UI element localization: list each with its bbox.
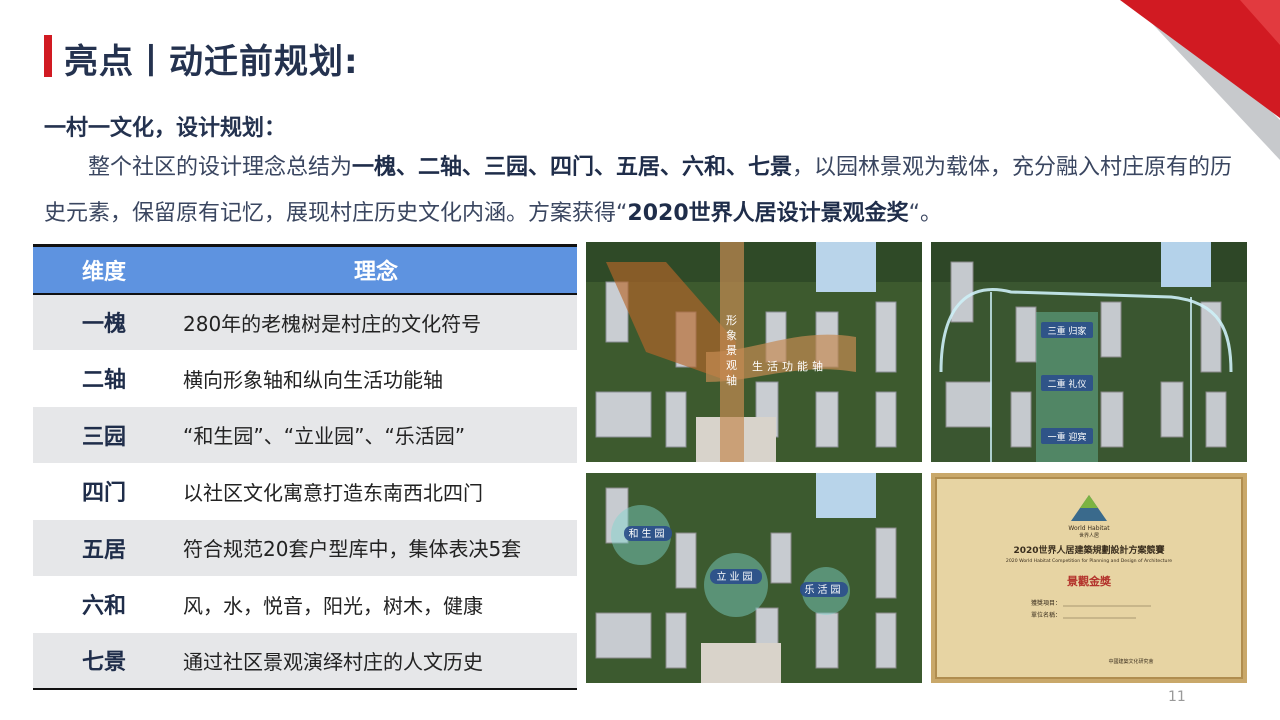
intro-text-end: “。	[908, 201, 943, 226]
garden-label: 乐活园	[805, 584, 844, 596]
table-row: 六和 风，水，悦音，阳光，树木，健康	[33, 576, 577, 633]
row-concept: 横向形象轴和纵向生活功能轴	[175, 350, 577, 407]
sequence-plan-image: 三重 归家 二重 礼仪 一重 迎宾	[931, 242, 1247, 462]
award-name: 2020世界人居设计景观金奖	[627, 201, 909, 226]
table-row: 五居 符合规范20套户型库中，集体表决5套	[33, 519, 577, 576]
vertical-axis-char: 轴	[726, 373, 737, 387]
garden-plan-image: 和生园 立业园 乐活园	[586, 473, 922, 683]
garden-label: 立业园	[717, 570, 756, 583]
sequence-label: 二重 礼仪	[1048, 378, 1087, 390]
certificate-award: 景觀金獎	[1066, 574, 1112, 588]
row-concept: 风，水，悦音，阳光，树木，健康	[175, 576, 577, 633]
row-dimension: 四门	[33, 463, 175, 520]
vertical-axis-char: 景	[726, 344, 737, 357]
horizontal-axis-label: 生活功能轴	[752, 359, 827, 373]
page-number: 11	[1168, 689, 1186, 705]
column-header-dimension: 维度	[33, 244, 175, 295]
row-concept: 符合规范20套户型库中，集体表决5套	[175, 519, 577, 576]
certificate-subtitle: 2020 World Habitat Competition for Plann…	[1006, 558, 1172, 564]
award-certificate-image: World Habitat 世界人居 2020世界人居建築規劃設計方案競賽 20…	[931, 473, 1247, 683]
certificate-logo-text: World Habitat	[1068, 525, 1110, 532]
row-concept: “和生园”、“立业园”、“乐活园”	[175, 406, 577, 463]
certificate-unit-label: 單位名稱：	[1031, 611, 1061, 619]
row-concept: 通过社区景观演绎村庄的人文历史	[175, 632, 577, 690]
sequence-label: 一重 迎宾	[1048, 431, 1087, 443]
row-dimension: 一槐	[33, 293, 175, 350]
intro-paragraph: 整个社区的设计理念总结为一槐、二轴、三园、四门、五居、六和、七景，以园林景观为载…	[44, 145, 1244, 237]
garden-label: 和生园	[629, 527, 668, 540]
certificate-title: 2020世界人居建築規劃設計方案競賽	[1013, 544, 1165, 556]
table-row: 四门 以社区文化寓意打造东南西北四门	[33, 463, 577, 520]
row-concept: 280年的老槐树是村庄的文化符号	[175, 293, 577, 350]
row-dimension: 二轴	[33, 350, 175, 407]
certificate-logo-sub: 世界人居	[1079, 532, 1099, 539]
table-row: 三园 “和生园”、“立业园”、“乐活园”	[33, 406, 577, 463]
axis-plan-image: 形 象 景 观 轴 生活功能轴	[586, 242, 922, 462]
vertical-axis-char: 象	[726, 329, 737, 342]
column-header-concept: 理念	[175, 244, 577, 295]
vertical-axis-char: 形	[726, 314, 737, 327]
concept-table: 维度 理念 一槐 280年的老槐树是村庄的文化符号 二轴 横向形象轴和纵向生活功能轴…	[33, 244, 577, 690]
page-title: 亮点丨动迁前规划:	[64, 42, 359, 82]
row-concept: 以社区文化寓意打造东南西北四门	[175, 463, 577, 520]
table-row: 七景 通过社区景观演绎村庄的人文历史	[33, 632, 577, 690]
row-dimension: 三园	[33, 406, 175, 463]
intro-text-a: 整个社区的设计理念总结为	[88, 155, 353, 180]
row-dimension: 七景	[33, 632, 175, 690]
certificate-footer: 中國建築文化研究會	[1108, 658, 1153, 665]
corner-decoration	[1120, 0, 1280, 160]
table-row: 二轴 横向形象轴和纵向生活功能轴	[33, 350, 577, 407]
section-subtitle: 一村一文化，设计规划：	[44, 116, 287, 141]
title-accent-bar	[44, 35, 52, 77]
table-header-row: 维度 理念	[33, 244, 577, 295]
table-row: 一槐 280年的老槐树是村庄的文化符号	[33, 293, 577, 350]
row-dimension: 六和	[33, 576, 175, 633]
sequence-label: 三重 归家	[1048, 325, 1087, 337]
intro-highlight: 一槐、二轴、三园、四门、五居、六和、七景	[352, 155, 793, 180]
vertical-axis-char: 观	[726, 359, 737, 372]
certificate-project-label: 獲獎項目：	[1031, 599, 1061, 607]
row-dimension: 五居	[33, 519, 175, 576]
